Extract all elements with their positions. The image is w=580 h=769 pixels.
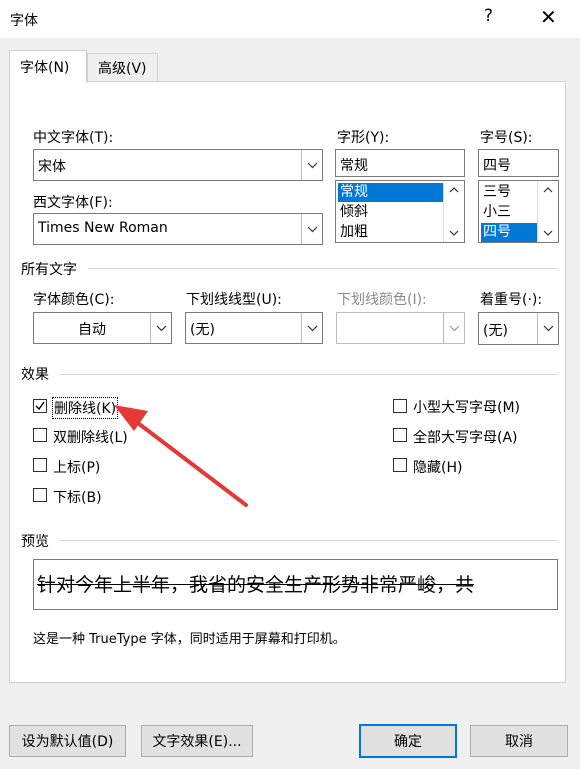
chinese-font-combo[interactable]: 宋体 [33, 149, 323, 181]
cancel-button[interactable]: 取消 [470, 725, 568, 757]
checkmark-icon [35, 401, 45, 411]
preview-section-title: 预览 [21, 534, 49, 550]
help-button[interactable]: ? [484, 6, 493, 26]
list-item[interactable]: 四号 [481, 223, 538, 242]
chevron-down-icon[interactable] [301, 313, 322, 343]
subscript-checkbox[interactable] [33, 488, 47, 502]
font-size-input[interactable]: 四号 [478, 149, 559, 177]
tab-advanced[interactable]: 高级(V) [87, 53, 158, 81]
font-style-input[interactable]: 常规 [335, 149, 465, 177]
font-style-list[interactable]: 常规 倾斜 加粗 [335, 180, 465, 243]
subscript-label[interactable]: 下标(B) [53, 487, 102, 507]
text-effects-button[interactable]: 文字效果(E)... [141, 725, 253, 757]
font-style-value: 常规 [340, 158, 368, 174]
effects-section-title: 效果 [21, 367, 49, 383]
small-caps-checkbox[interactable] [393, 399, 407, 413]
font-style-label: 字形(Y): [337, 130, 390, 146]
superscript-label[interactable]: 上标(P) [53, 457, 100, 477]
underline-color-combo[interactable] [336, 312, 465, 344]
chevron-up-icon [449, 187, 459, 193]
superscript-checkbox[interactable] [33, 458, 47, 472]
font-color-label: 字体颜色(C): [33, 292, 115, 308]
chevron-down-icon [543, 230, 553, 236]
all-caps-checkbox[interactable] [393, 428, 407, 442]
scrollbar[interactable] [443, 181, 464, 242]
chinese-font-label: 中文字体(T): [33, 130, 114, 146]
close-button[interactable]: ✕ [540, 5, 557, 29]
underline-style-label: 下划线线型(U): [186, 292, 282, 308]
preview-description: 这是一种 TrueType 字体，同时适用于屏幕和打印机。 [33, 632, 346, 647]
tab-font[interactable]: 字体(N) [9, 50, 87, 83]
chevron-down-icon[interactable] [301, 214, 322, 244]
list-item[interactable]: 三号 [481, 183, 511, 202]
font-size-list[interactable]: 三号 小三 四号 [478, 180, 559, 243]
list-item[interactable]: 倾斜 [338, 203, 368, 222]
chinese-font-value: 宋体 [38, 159, 66, 175]
hidden-checkbox[interactable] [393, 458, 407, 472]
divider [60, 374, 558, 375]
emphasis-mark-label: 着重号(·): [480, 292, 543, 308]
font-size-label: 字号(S): [480, 130, 533, 146]
chevron-down-icon [449, 230, 459, 236]
font-size-value: 四号 [483, 158, 511, 174]
chevron-down-icon[interactable] [537, 313, 558, 344]
all-text-section-title: 所有文字 [21, 262, 77, 278]
divider [88, 268, 558, 269]
western-font-combo[interactable]: Times New Roman [33, 213, 323, 245]
scrollbar[interactable] [537, 181, 558, 242]
small-caps-label[interactable]: 小型大写字母(M) [413, 397, 520, 417]
double-strikethrough-checkbox[interactable] [33, 428, 47, 442]
list-item[interactable]: 加粗 [338, 223, 368, 242]
underline-style-combo[interactable]: (无) [185, 312, 323, 344]
chevron-up-icon [543, 187, 553, 193]
preview-box: 针对今年上半年，我省的安全生产形势非常严峻，共 [33, 559, 558, 610]
preview-text: 针对今年上半年，我省的安全生产形势非常严峻，共 [37, 574, 475, 596]
strikethrough-checkbox[interactable] [33, 399, 47, 413]
western-font-label: 西文字体(F): [33, 195, 113, 211]
underline-color-label: 下划线颜色(I): [337, 292, 427, 308]
emphasis-mark-combo[interactable]: (无) [478, 312, 559, 345]
all-caps-label[interactable]: 全部大写字母(A) [413, 427, 518, 447]
chevron-down-icon[interactable] [443, 313, 464, 343]
western-font-value: Times New Roman [38, 220, 168, 236]
underline-style-value: (无) [190, 322, 215, 338]
window-title: 字体 [10, 13, 38, 29]
divider [60, 540, 558, 541]
set-default-button[interactable]: 设为默认值(D) [9, 725, 126, 757]
ok-button[interactable]: 确定 [359, 724, 457, 758]
list-item[interactable]: 小三 [481, 203, 511, 222]
chevron-down-icon[interactable] [301, 150, 322, 180]
hidden-label[interactable]: 隐藏(H) [413, 457, 462, 477]
annotation-arrow-icon [114, 405, 248, 507]
list-item[interactable]: 常规 [338, 183, 444, 202]
chevron-down-icon[interactable] [150, 313, 171, 343]
font-color-value: 自动 [78, 322, 106, 338]
emphasis-mark-value: (无) [483, 323, 508, 339]
font-color-combo[interactable]: 自动 [33, 312, 172, 344]
